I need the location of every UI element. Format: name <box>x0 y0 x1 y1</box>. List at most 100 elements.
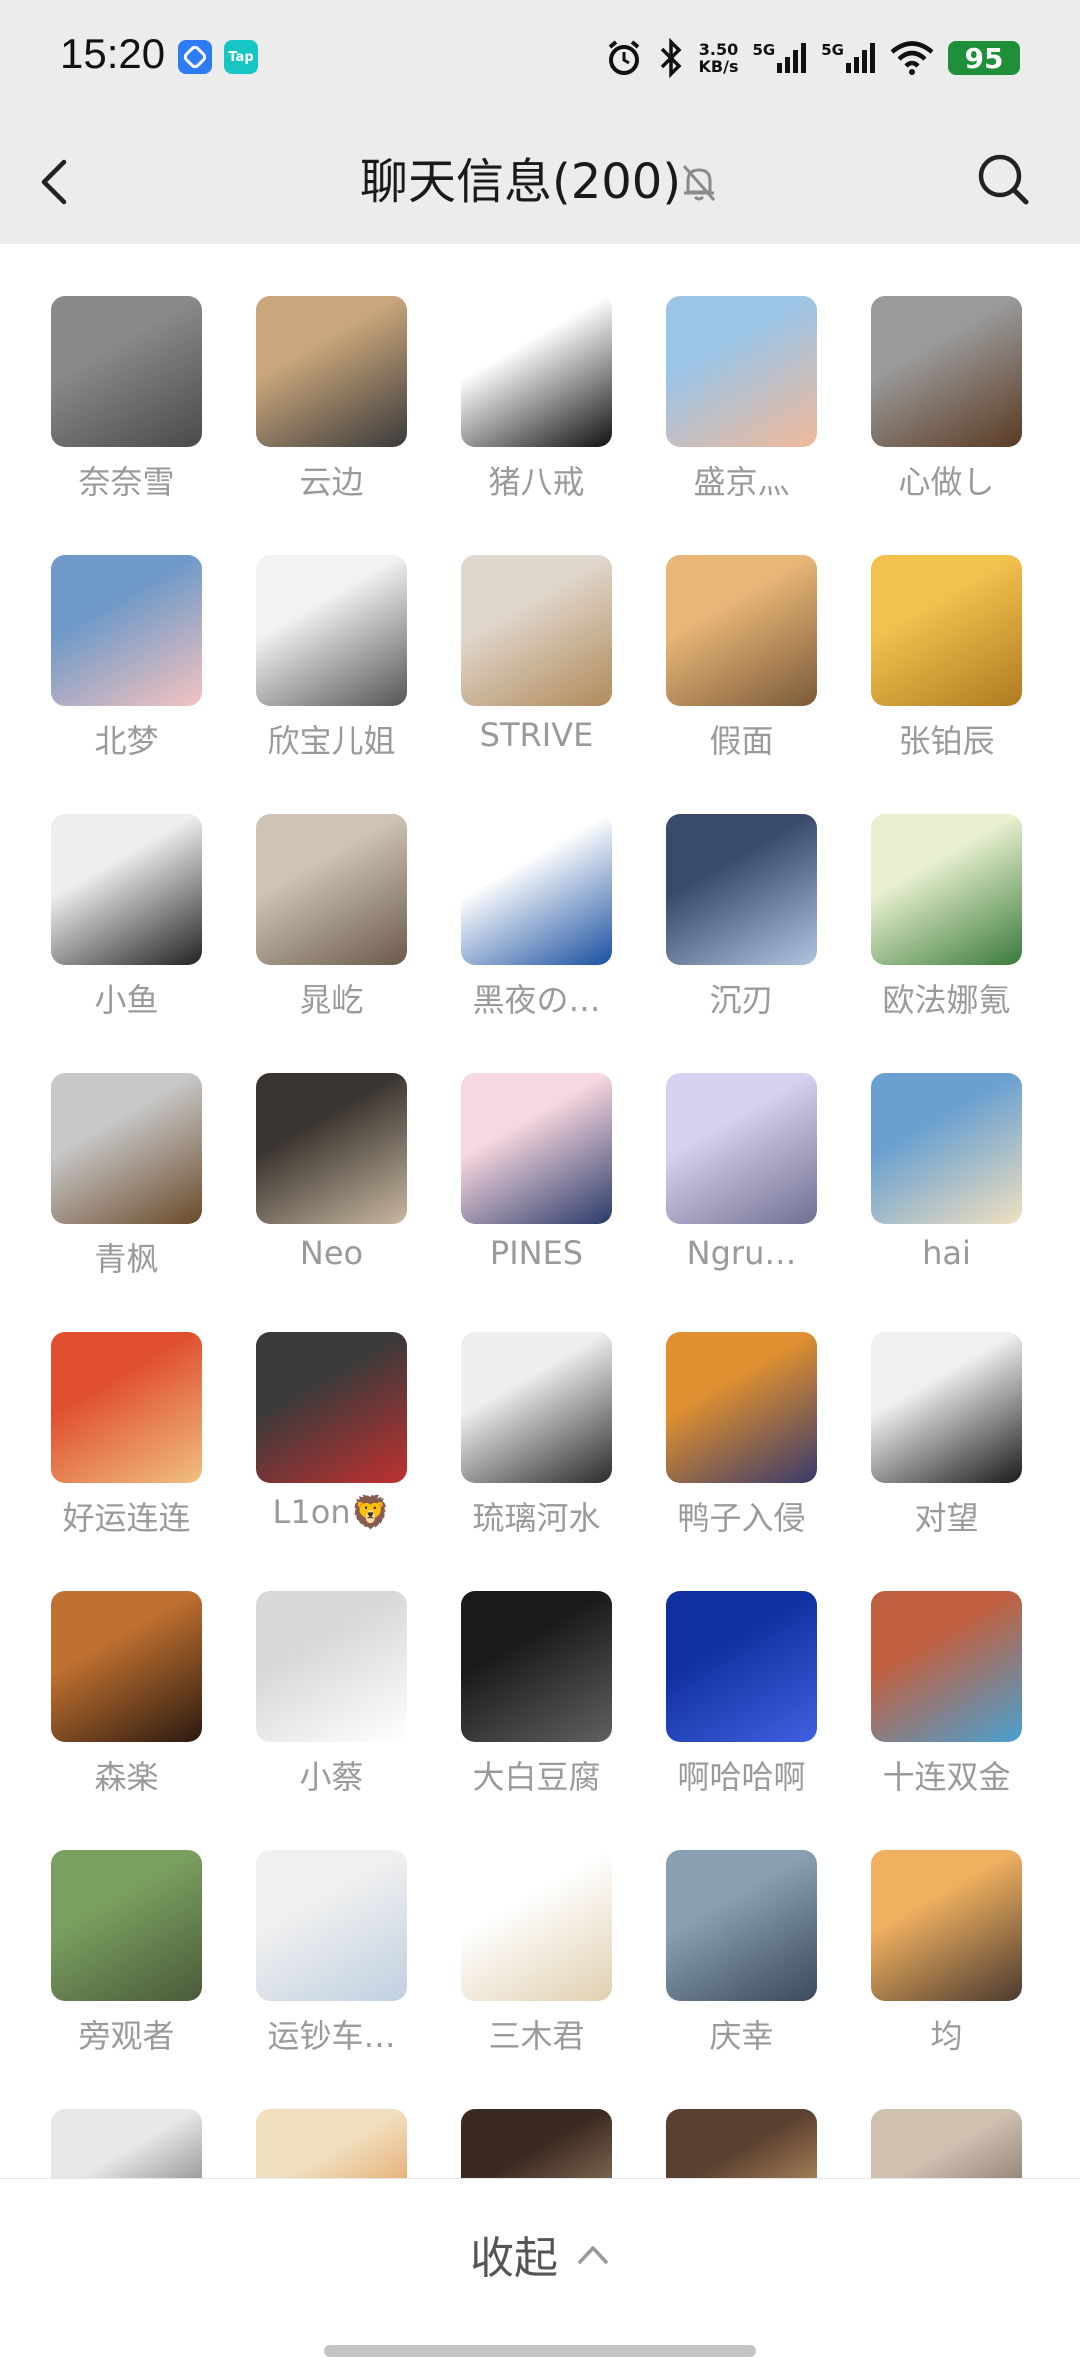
member-name: 十连双金 <box>882 1758 1011 1796</box>
member-item[interactable]: 鸭子入侵 <box>615 1280 820 1537</box>
member-avatar[interactable] <box>51 2109 202 2178</box>
net-speed-value: 3.50 <box>698 40 739 59</box>
signal-label: 5G <box>821 41 844 59</box>
search-icon <box>978 154 1029 205</box>
member-item[interactable]: 对望 <box>820 1280 1025 1537</box>
member-avatar[interactable] <box>871 814 1022 965</box>
net-speed-unit: KB/s <box>698 57 739 76</box>
member-item[interactable]: 张铂辰 <box>820 503 1025 760</box>
member-avatar[interactable] <box>666 1591 817 1742</box>
member-item[interactable]: STRIVE <box>410 503 615 754</box>
member-avatar[interactable] <box>871 1332 1022 1483</box>
alarm-icon <box>608 40 639 75</box>
member-avatar[interactable] <box>51 1850 202 2001</box>
member-item[interactable]: Neo <box>205 1021 410 1272</box>
member-item[interactable]: 三木君 <box>410 1798 615 2055</box>
search-button[interactable] <box>972 148 1036 212</box>
member-item[interactable]: PINES <box>410 1021 615 1272</box>
home-indicator[interactable] <box>324 2345 756 2357</box>
member-item[interactable]: 琉璃河水 <box>410 1280 615 1537</box>
battery-indicator: 95 <box>948 41 1020 75</box>
member-item[interactable]: Ngru… <box>615 1021 820 1272</box>
member-item[interactable]: hai <box>820 1021 1025 1272</box>
member-avatar[interactable] <box>51 1332 202 1483</box>
member-avatar[interactable] <box>871 1850 1022 2001</box>
member-avatar[interactable] <box>871 555 1022 706</box>
member-avatar[interactable] <box>256 1591 407 1742</box>
member-avatar[interactable] <box>461 814 612 965</box>
member-item[interactable]: 欧法娜氪 <box>820 762 1025 1019</box>
member-avatar[interactable] <box>666 1332 817 1483</box>
member-item[interactable]: 黑夜の… <box>410 762 615 1019</box>
collapse-button[interactable]: 收起 <box>440 2219 640 2289</box>
member-avatar[interactable] <box>666 1850 817 2001</box>
member-item[interactable]: 晁屹 <box>205 762 410 1019</box>
member-item[interactable]: 啊哈哈啊 <box>615 1539 820 1796</box>
member-avatar[interactable] <box>461 1073 612 1224</box>
member-item[interactable] <box>0 2057 205 2178</box>
member-avatar[interactable] <box>256 814 407 965</box>
member-item[interactable]: 运钞车… <box>205 1798 410 2055</box>
member-avatar[interactable] <box>666 814 817 965</box>
member-item[interactable]: 小蔡 <box>205 1539 410 1796</box>
member-avatar[interactable] <box>461 1591 612 1742</box>
member-item[interactable]: 盛京灬 <box>615 244 820 501</box>
member-item[interactable]: 好运连连 <box>0 1280 205 1537</box>
member-avatar[interactable] <box>871 296 1022 447</box>
wifi-icon <box>890 41 934 75</box>
member-item[interactable]: 庆幸 <box>615 1798 820 2055</box>
member-avatar[interactable] <box>461 555 612 706</box>
member-item[interactable]: 欣宝儿姐 <box>205 503 410 760</box>
member-avatar[interactable] <box>666 1073 817 1224</box>
member-item[interactable]: 森楽 <box>0 1539 205 1796</box>
member-item[interactable]: 猪八戒 <box>410 244 615 501</box>
member-avatar[interactable] <box>666 2109 817 2178</box>
bluetooth-icon <box>660 38 682 78</box>
member-item[interactable]: 云边 <box>205 244 410 501</box>
signal-label: 5G <box>752 41 776 59</box>
member-item[interactable]: 青枫 <box>0 1021 205 1278</box>
footer: 收起 <box>0 2178 1080 2377</box>
member-avatar[interactable] <box>51 1591 202 1742</box>
member-avatar[interactable] <box>51 555 202 706</box>
member-avatar[interactable] <box>461 296 612 447</box>
member-name: hai <box>922 1234 971 1272</box>
member-avatar[interactable] <box>256 1850 407 2001</box>
member-item[interactable]: 沉刃 <box>615 762 820 1019</box>
member-item[interactable] <box>205 2057 410 2178</box>
member-avatar[interactable] <box>871 2109 1022 2178</box>
member-item[interactable]: 均 <box>820 1798 1025 2055</box>
member-avatar[interactable] <box>256 1332 407 1483</box>
member-avatar[interactable] <box>51 814 202 965</box>
member-avatar[interactable] <box>51 1073 202 1224</box>
member-item[interactable]: 十连双金 <box>820 1539 1025 1796</box>
member-item[interactable]: L1on🦁 <box>205 1280 410 1531</box>
collapse-label: 收起 <box>470 2233 558 2284</box>
header-bar: 聊天信息(200) <box>0 120 1080 244</box>
member-avatar[interactable] <box>256 1073 407 1224</box>
member-avatar[interactable] <box>666 555 817 706</box>
member-avatar[interactable] <box>461 1850 612 2001</box>
member-name: 张铂辰 <box>898 722 995 760</box>
member-avatar[interactable] <box>256 555 407 706</box>
member-item[interactable]: 北梦 <box>0 503 205 760</box>
member-item[interactable]: 心做し <box>820 244 1025 501</box>
member-item[interactable]: 大白豆腐 <box>410 1539 615 1796</box>
member-item[interactable]: 小鱼 <box>0 762 205 1019</box>
member-item[interactable]: 奈奈雪 <box>0 244 205 501</box>
member-avatar[interactable] <box>51 296 202 447</box>
member-item[interactable]: 旁观者 <box>0 1798 205 2055</box>
member-item[interactable]: 假面 <box>615 503 820 760</box>
member-avatar[interactable] <box>461 1332 612 1483</box>
member-avatar[interactable] <box>666 296 817 447</box>
member-avatar[interactable] <box>256 296 407 447</box>
member-item[interactable] <box>820 2057 1025 2178</box>
member-item[interactable] <box>615 2057 820 2178</box>
member-avatar[interactable] <box>256 2109 407 2178</box>
member-avatar[interactable] <box>871 1591 1022 1742</box>
member-avatar[interactable] <box>461 2109 612 2178</box>
member-item[interactable] <box>410 2057 615 2178</box>
member-avatar[interactable] <box>871 1073 1022 1224</box>
back-button[interactable] <box>30 152 86 212</box>
chevron-left-icon <box>41 159 67 205</box>
